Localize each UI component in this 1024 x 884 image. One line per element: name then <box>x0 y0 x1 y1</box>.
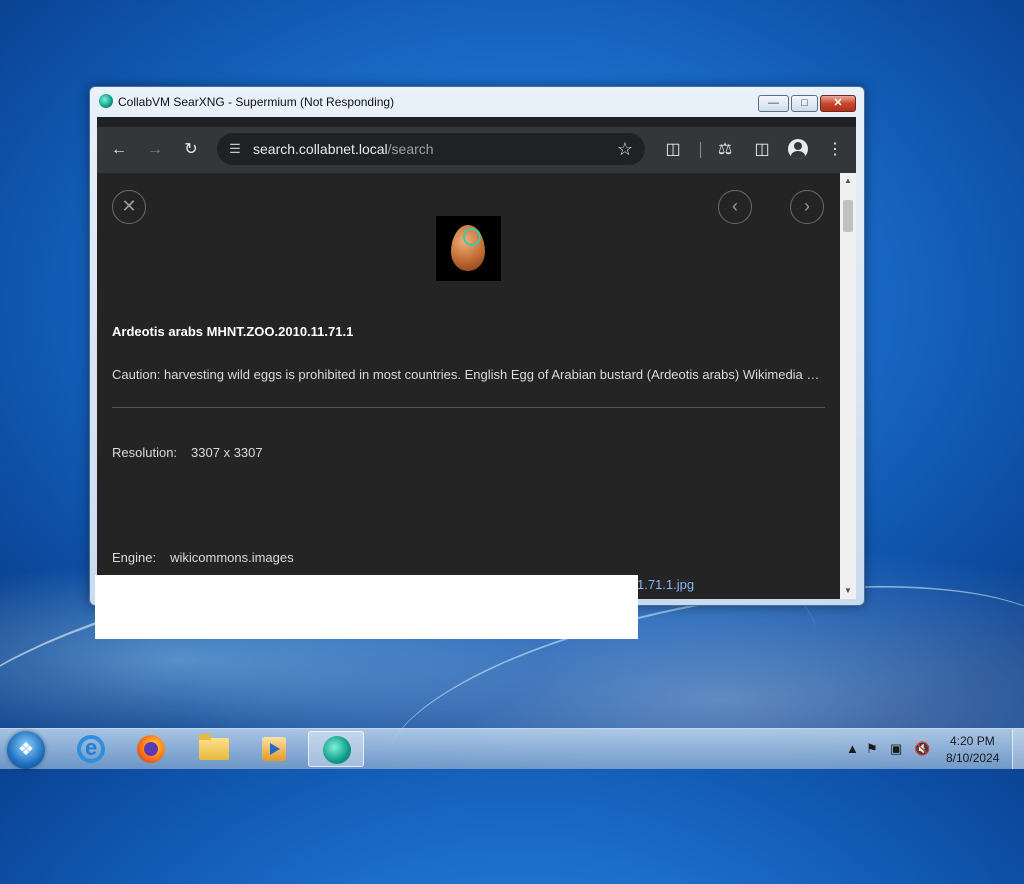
extensions-icon[interactable]: ◫ <box>663 140 683 160</box>
page-scrollbar[interactable]: ▲ ▼ <box>840 173 856 599</box>
maximize-icon: □ <box>801 97 808 109</box>
egg-label-tag <box>463 228 481 246</box>
engine-label: Engine: <box>112 550 157 565</box>
bookmark-star-icon[interactable]: ☆ <box>617 139 633 160</box>
engine-row: Engine: wikicommons.images <box>112 550 294 565</box>
minimize-icon: — <box>768 97 779 109</box>
close-detail-button[interactable]: ✕ <box>112 190 146 224</box>
address-bar[interactable]: ☰ search.collabnet.local/search ☆ <box>217 133 645 165</box>
previous-result-button[interactable]: ‹ <box>718 190 752 224</box>
taskbar-firefox[interactable] <box>123 731 179 767</box>
scroll-up-icon[interactable]: ▲ <box>840 173 856 189</box>
window-titlebar[interactable]: CollabVM SearXNG - Supermium (Not Respon… <box>90 87 864 117</box>
browser-client-area: ← → ↻ ☰ search.collabnet.local/search ☆ … <box>97 117 856 599</box>
reload-icon[interactable]: ↻ <box>181 140 201 160</box>
detail-divider <box>112 407 825 408</box>
maximize-button[interactable]: □ <box>791 95 818 112</box>
window-title: CollabVM SearXNG - Supermium (Not Respon… <box>118 95 395 109</box>
resolution-row: Resolution: 3307 x 3307 <box>112 445 263 460</box>
minimize-button[interactable]: — <box>758 95 789 112</box>
forward-icon[interactable]: → <box>145 140 165 160</box>
folder-icon <box>199 734 229 760</box>
profile-icon[interactable] <box>788 139 808 159</box>
site-info-icon[interactable]: ☰ <box>227 141 243 157</box>
supermium-app-icon <box>99 94 113 108</box>
resolution-value: 3307 x 3307 <box>191 445 263 460</box>
windows-logo-icon: ❖ <box>17 739 35 759</box>
show-hidden-icons-icon[interactable]: ▲ <box>846 741 859 756</box>
labs-icon[interactable]: ⚖ <box>715 140 735 160</box>
network-icon[interactable]: ▣ <box>890 741 902 757</box>
action-center-flag-icon[interactable]: ⚑ <box>866 741 878 757</box>
resolution-label: Resolution: <box>112 445 178 460</box>
image-source-link[interactable]: 1.71.1.jpg <box>637 577 694 592</box>
url-text[interactable]: search.collabnet.local/search <box>253 141 434 157</box>
close-icon: ✕ <box>833 97 843 109</box>
engine-value: wikicommons.images <box>170 550 294 565</box>
result-image-thumbnail[interactable] <box>436 216 501 281</box>
side-panel-icon[interactable]: ◫ <box>752 140 772 160</box>
url-path: /search <box>387 141 434 157</box>
clock-date[interactable]: 8/10/2024 <box>946 751 999 765</box>
browser-toolbar: ← → ↻ ☰ search.collabnet.local/search ☆ … <box>97 127 856 173</box>
taskbar-internet-explorer[interactable] <box>62 731 118 767</box>
start-button[interactable]: ❖ <box>7 731 45 769</box>
image-detail-panel: ✕ ‹ › Ardeotis arabs MHNT.ZOO.2010.11.71… <box>97 173 840 599</box>
volume-muted-icon[interactable]: 🔇 <box>914 741 930 757</box>
blank-overlay-box <box>95 575 638 639</box>
taskbar: ❖ ▲ ⚑ ▣ 🔇 4:20 PM 8/10/2024 <box>0 728 1024 769</box>
clock-time[interactable]: 4:20 PM <box>950 734 995 748</box>
taskbar-supermium[interactable] <box>308 731 364 767</box>
image-description: Caution: harvesting wild eggs is prohibi… <box>112 367 820 382</box>
taskbar-file-explorer[interactable] <box>185 731 241 767</box>
firefox-icon <box>137 735 165 763</box>
toolbar-divider <box>700 142 701 158</box>
taskbar-media-player[interactable] <box>246 731 302 767</box>
scrollbar-thumb[interactable] <box>843 200 853 232</box>
back-icon[interactable]: ← <box>109 140 129 160</box>
supermium-icon <box>323 736 351 764</box>
scroll-down-icon[interactable]: ▼ <box>840 583 856 599</box>
internet-explorer-icon <box>77 735 105 763</box>
browser-window: CollabVM SearXNG - Supermium (Not Respon… <box>89 86 865 606</box>
image-title: Ardeotis arabs MHNT.ZOO.2010.11.71.1 <box>112 324 354 339</box>
url-host: search.collabnet.local <box>253 141 388 157</box>
close-window-button[interactable]: ✕ <box>820 95 856 112</box>
media-player-icon <box>262 737 286 761</box>
menu-icon[interactable]: ⋮ <box>825 140 845 160</box>
next-result-button[interactable]: › <box>790 190 824 224</box>
show-desktop-button[interactable] <box>1012 729 1024 769</box>
